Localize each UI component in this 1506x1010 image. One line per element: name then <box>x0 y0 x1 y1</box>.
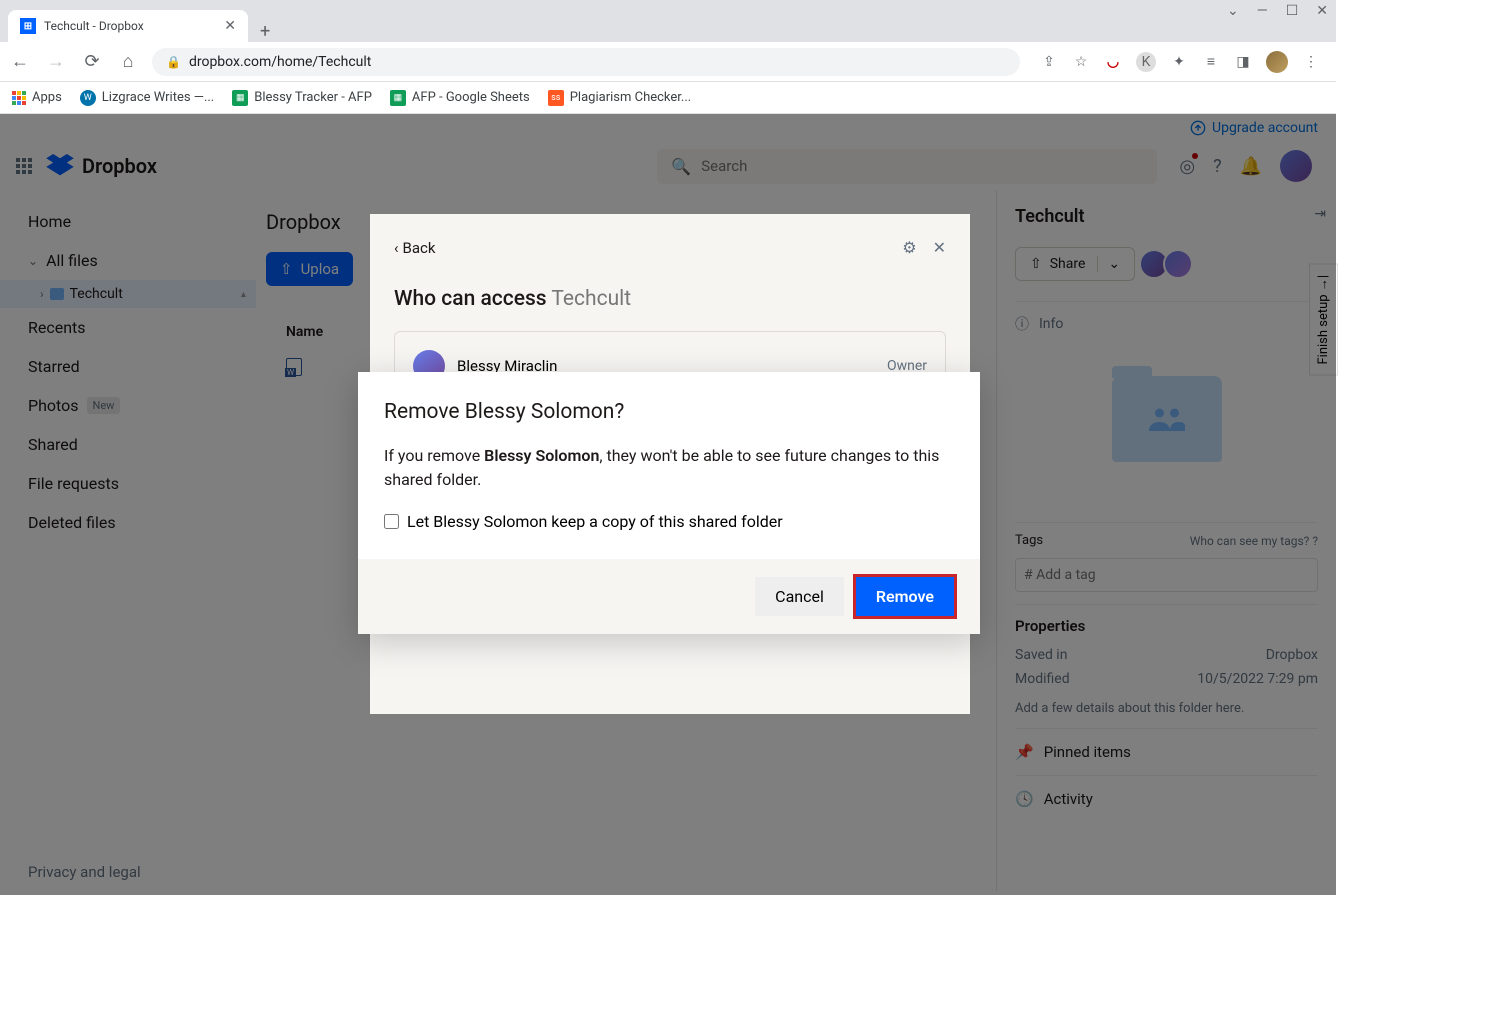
keep-copy-checkbox-label[interactable]: Let Blessy Solomon keep a copy of this s… <box>384 512 954 531</box>
chevron-left-icon: ‹ <box>394 239 399 257</box>
close-icon[interactable]: ✕ <box>933 238 946 257</box>
bookmark-plagiarism[interactable]: ssPlagiarism Checker... <box>548 90 691 106</box>
gear-icon[interactable]: ⚙ <box>902 238 916 257</box>
apps-icon <box>12 91 26 105</box>
who-can-access-title: Who can access Techcult <box>394 287 946 311</box>
wordpress-icon: W <box>80 90 96 106</box>
window-controls: ⌄ — ☐ ✕ <box>1219 6 1336 16</box>
bookmark-lizgrace[interactable]: WLizgrace Writes —... <box>80 90 214 106</box>
reload-icon[interactable]: ⟳ <box>80 51 104 72</box>
bookmark-star-icon[interactable]: ☆ <box>1072 53 1090 71</box>
lock-icon: 🔒 <box>166 55 181 69</box>
mcafee-icon[interactable]: ◡ <box>1104 53 1122 71</box>
url-text: dropbox.com/home/Techcult <box>189 54 371 70</box>
back-button[interactable]: ‹Back <box>394 239 435 257</box>
sst-icon: ss <box>548 90 564 106</box>
remove-button[interactable]: Remove <box>856 577 954 616</box>
chrome-menu-icon[interactable]: ⋮ <box>1302 53 1320 71</box>
bookmark-blessy-tracker[interactable]: ▦Blessy Tracker - AFP <box>232 90 372 106</box>
close-tab-icon[interactable]: ✕ <box>224 18 236 34</box>
forward-icon[interactable]: → <box>44 51 68 72</box>
dialog-text: If you remove Blessy Solomon, they won't… <box>384 444 954 492</box>
extension-k-icon[interactable]: K <box>1136 52 1156 72</box>
minimize-icon[interactable]: — <box>1257 3 1268 19</box>
chrome-profile-avatar[interactable] <box>1266 51 1288 73</box>
dialog-title: Remove Blessy Solomon? <box>384 400 954 424</box>
browser-tab[interactable]: ⊞ Techcult - Dropbox ✕ <box>8 10 248 42</box>
address-bar[interactable]: 🔒 dropbox.com/home/Techcult <box>152 48 1020 76</box>
cancel-button[interactable]: Cancel <box>755 577 844 616</box>
new-tab-button[interactable]: + <box>248 21 282 42</box>
chevron-down-icon[interactable]: ⌄ <box>1227 3 1239 19</box>
sheets-icon: ▦ <box>232 90 248 106</box>
dropbox-favicon: ⊞ <box>20 18 36 34</box>
extensions-icon[interactable]: ✦ <box>1170 53 1188 71</box>
home-icon[interactable]: ⌂ <box>116 51 140 72</box>
side-panel-icon[interactable]: ◨ <box>1234 53 1252 71</box>
back-icon[interactable]: ← <box>8 51 32 72</box>
reading-list-icon[interactable]: ≡ <box>1202 53 1220 71</box>
bookmark-afp-sheets[interactable]: ▦AFP - Google Sheets <box>390 90 530 106</box>
keep-copy-text: Let Blessy Solomon keep a copy of this s… <box>407 512 783 531</box>
bookmark-apps[interactable]: Apps <box>12 90 62 105</box>
tab-title: Techcult - Dropbox <box>44 19 144 33</box>
share-page-icon[interactable]: ⇪ <box>1040 53 1058 71</box>
sheets-icon: ▦ <box>390 90 406 106</box>
close-window-icon[interactable]: ✕ <box>1316 3 1328 19</box>
maximize-icon[interactable]: ☐ <box>1286 3 1299 19</box>
remove-member-dialog: Remove Blessy Solomon? If you remove Ble… <box>358 372 980 634</box>
keep-copy-checkbox[interactable] <box>384 514 399 529</box>
